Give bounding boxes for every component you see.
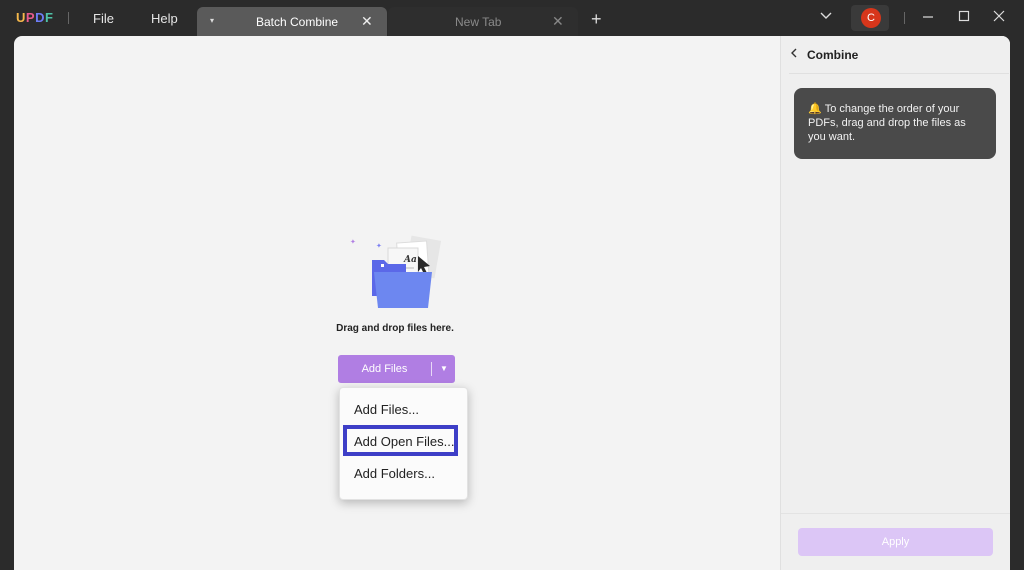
svg-text:✦: ✦ bbox=[350, 238, 356, 246]
title-separator bbox=[68, 12, 69, 24]
maximize-icon[interactable] bbox=[957, 9, 971, 26]
minimize-icon[interactable] bbox=[921, 9, 935, 26]
add-files-button[interactable]: Add Files ▼ bbox=[338, 355, 455, 383]
menu-item-add-folders[interactable]: Add Folders... bbox=[340, 462, 467, 486]
svg-text:Aa: Aa bbox=[403, 255, 417, 265]
files-illustration-icon: ✦ ✦ Aa bbox=[348, 232, 448, 316]
tab-title: Batch Combine bbox=[256, 15, 339, 29]
caret-down-icon[interactable]: ▼ bbox=[433, 355, 455, 383]
close-tab-icon[interactable]: ✕ bbox=[552, 13, 564, 30]
menu-file[interactable]: File bbox=[93, 11, 114, 26]
avatar-button[interactable]: C bbox=[851, 5, 889, 31]
menu-help[interactable]: Help bbox=[151, 11, 178, 26]
back-icon[interactable] bbox=[789, 46, 799, 62]
close-tab-icon[interactable]: ✕ bbox=[361, 13, 373, 30]
menu-item-add-files[interactable]: Add Files... bbox=[340, 398, 467, 422]
drag-drop-hint: Drag and drop files here. bbox=[336, 323, 454, 334]
close-window-icon[interactable] bbox=[992, 9, 1006, 26]
highlight-box bbox=[343, 425, 458, 456]
bell-icon: 🔔 bbox=[808, 103, 822, 115]
tab-title: New Tab bbox=[455, 15, 502, 29]
updf-logo[interactable]: UPDF bbox=[16, 10, 53, 25]
add-files-dropdown: Add Files... Add Open Files... Add Folde… bbox=[339, 387, 468, 500]
panel-title: Combine bbox=[807, 48, 859, 62]
add-files-label[interactable]: Add Files bbox=[338, 355, 431, 383]
avatar: C bbox=[861, 8, 881, 28]
divider bbox=[789, 73, 1009, 74]
svg-text:✦: ✦ bbox=[376, 242, 382, 250]
tip-text: To change the order of your PDFs, drag a… bbox=[808, 103, 966, 143]
menu-item-label: Add Folders... bbox=[354, 466, 435, 481]
tab-menu-icon[interactable]: ▾ bbox=[210, 16, 214, 25]
main-content: ✦ ✦ Aa Drag and drop files here. Add Fil… bbox=[14, 36, 1010, 570]
combine-panel: Combine 🔔 To change the order of your PDF… bbox=[780, 36, 1010, 570]
title-bar: UPDF File Help ▾ Batch Combine ✕ New Tab… bbox=[0, 0, 1024, 36]
apply-button[interactable]: Apply bbox=[798, 528, 993, 556]
tab-new-tab[interactable]: New Tab ✕ bbox=[388, 7, 578, 36]
title-separator bbox=[904, 12, 905, 24]
tab-batch-combine[interactable]: ▾ Batch Combine ✕ bbox=[197, 7, 387, 36]
divider bbox=[781, 513, 1010, 514]
tip-box: 🔔 To change the order of your PDFs, drag … bbox=[794, 88, 996, 159]
new-tab-icon[interactable]: + bbox=[591, 9, 602, 30]
menu-item-label: Add Files... bbox=[354, 402, 420, 417]
chevron-down-icon[interactable] bbox=[819, 8, 833, 25]
button-divider bbox=[431, 362, 432, 376]
